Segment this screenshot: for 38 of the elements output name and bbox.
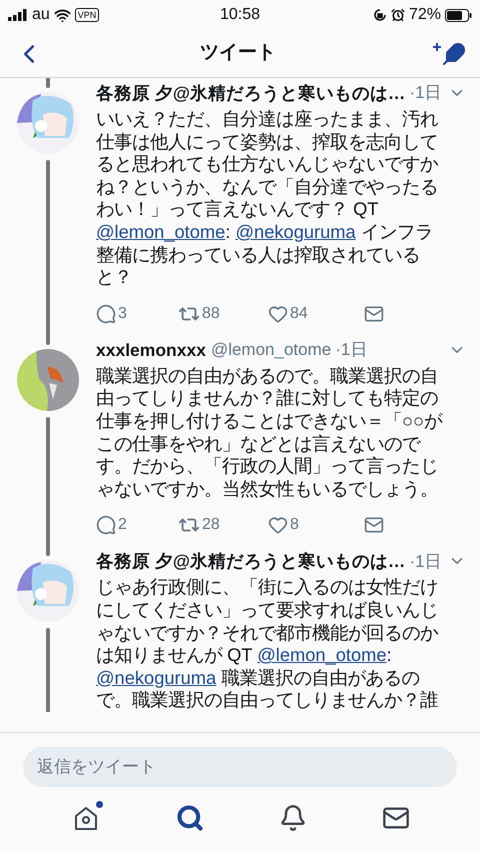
like-icon[interactable] xyxy=(268,515,288,536)
like-icon[interactable] xyxy=(268,304,288,324)
mention-link[interactable]: @lemon_otome xyxy=(257,644,387,666)
alarm-icon xyxy=(390,8,405,22)
retweet-count: 28 xyxy=(202,515,220,536)
reply-icon[interactable] xyxy=(96,304,116,324)
user-handle[interactable]: @lemon_otome xyxy=(210,337,332,362)
user-name[interactable]: 各務原 夕@氷精だろうと寒いものは… xyxy=(96,80,406,106)
reply-icon[interactable] xyxy=(96,515,116,536)
timestamp: ·1日 xyxy=(335,339,368,361)
clock: 10:58 xyxy=(220,6,260,23)
mention-link[interactable]: @nekoguruma xyxy=(236,220,356,242)
mention-link[interactable]: @lemon_otome xyxy=(96,220,226,242)
page-title: ツイート xyxy=(200,42,276,64)
mail-icon[interactable] xyxy=(364,515,384,536)
battery-icon xyxy=(445,8,472,22)
mail-icon[interactable] xyxy=(364,304,384,324)
wifi-icon xyxy=(54,6,71,24)
reply-field[interactable]: 返信をツイート xyxy=(23,747,457,787)
timestamp: ·1日 xyxy=(409,82,442,104)
timestamp: ·1日 xyxy=(409,550,442,573)
rotation-lock-icon xyxy=(372,8,387,22)
carrier-name: au xyxy=(32,5,50,25)
retweet-count: 88 xyxy=(202,304,220,324)
user-name[interactable]: 各務原 夕@氷精だろうと寒いものは… xyxy=(96,548,406,574)
user-name[interactable]: xxxlemonxxx xyxy=(96,336,206,363)
reply-count: 2 xyxy=(118,515,127,536)
tweet-text: 職業選択の自由があるので。職業選択の自由ってしりませんか？誰に対しても特定の仕事を押し付けることはできない＝「○○がこの仕事をやれ」などとは言えないのです。だから、「行政の人間」って言ったじゃないですか。当然女性もいるでしょう。 xyxy=(96,364,444,500)
mention-link[interactable]: @nekoguruma xyxy=(96,666,216,688)
tweet-text: いいえ？ただ、自分達は座ったまま、汚れ仕事は他人にって姿勢は、搾取を志向してると思われても仕方ないんじゃないですかね？というか、なんで「自分達でやったるわい！」って言えないんです？ QT @lemon_otome: @nekoguruma インフラ整備に携わっている人は搾取されていると？ xyxy=(96,108,440,289)
compose-icon[interactable] xyxy=(432,42,466,66)
like-count: 8 xyxy=(290,515,299,536)
like-count: 84 xyxy=(290,304,308,324)
vpn-badge: VPN xyxy=(74,8,100,22)
reply-count: 3 xyxy=(118,304,127,324)
tweet-text: じゃあ行政側に、「街に入るのは女性だけにしてください」って要求すれば良いんじゃないですか？それで都市機能が回るのかは知りませんが QT @lemon_otome: @nekoguruma 職業選択の自由があるので。職業選択の自由ってしりませんか？誰 xyxy=(96,576,440,712)
signal-icon xyxy=(8,9,28,21)
battery-percent: 72% xyxy=(408,5,441,25)
